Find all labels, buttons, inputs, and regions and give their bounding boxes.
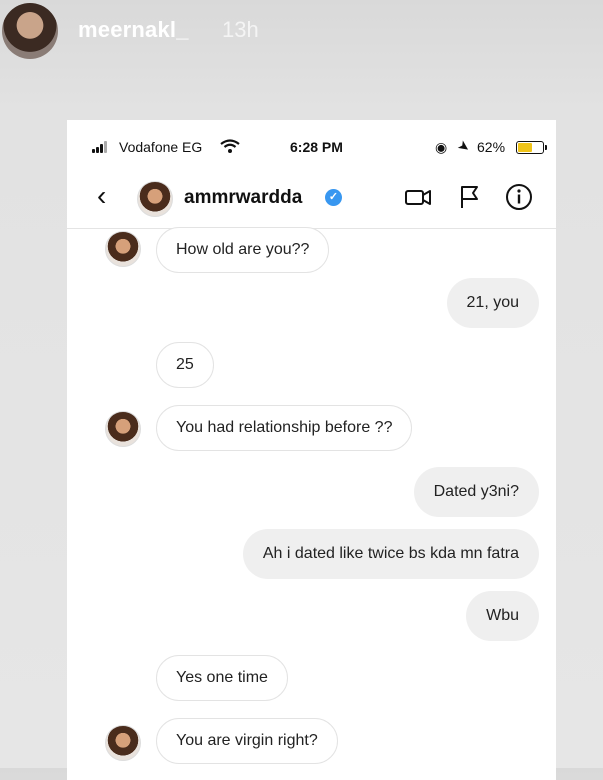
flag-icon[interactable] [455,182,485,212]
message-bubble-sent[interactable]: 21, you [446,278,539,328]
story-header: meernakl_ 13h [0,0,603,64]
status-bar: Vodafone EG 6:28 PM ◉ ➤ 62% [67,120,556,168]
story-username[interactable]: meernakl_ [78,17,189,43]
dm-screenshot: Vodafone EG 6:28 PM ◉ ➤ 62% ‹ ammrwardda… [67,120,556,780]
battery-percent: 62% [477,139,506,155]
carrier-name: Vodafone EG [119,139,203,155]
story-timestamp: 13h [222,17,259,42]
location-icon: ➤ [454,136,474,157]
story-avatar[interactable] [2,3,58,59]
message-bubble-sent[interactable]: Ah i dated like twice bs kda mn fatra [242,529,539,579]
sender-avatar[interactable] [105,231,141,267]
battery-tip [545,145,547,150]
message-bubble-sent[interactable]: Wbu [466,591,539,641]
message-bubble-received[interactable]: How old are you?? [156,227,330,273]
chat-avatar[interactable] [137,181,173,217]
chat-header: ‹ ammrwardda ✓ [67,168,556,229]
orientation-lock-icon: ◉ [435,139,448,155]
message-bubble-received[interactable]: Yes one time [156,655,288,701]
message-bubble-received[interactable]: You had relationship before ?? [156,405,413,451]
signal-icon [92,141,114,153]
message-bubble-received[interactable]: 25 [156,342,214,388]
message-bubble-sent[interactable]: Dated y3ni? [413,467,539,517]
verified-badge-icon: ✓ [325,189,342,206]
sender-avatar[interactable] [105,411,141,447]
video-call-icon[interactable] [403,182,433,212]
status-clock: 6:28 PM [290,139,343,155]
sender-avatar[interactable] [105,725,141,761]
message-bubble-received[interactable]: You are virgin right? [156,718,338,764]
message-thread: How old are you?? 21, you 25 You had rel… [67,227,556,780]
chat-username[interactable]: ammrwardda [184,187,302,209]
info-icon[interactable] [504,182,534,212]
battery-icon [516,141,544,154]
chevron-left-icon[interactable]: ‹ [97,182,106,210]
wifi-icon [220,139,240,153]
